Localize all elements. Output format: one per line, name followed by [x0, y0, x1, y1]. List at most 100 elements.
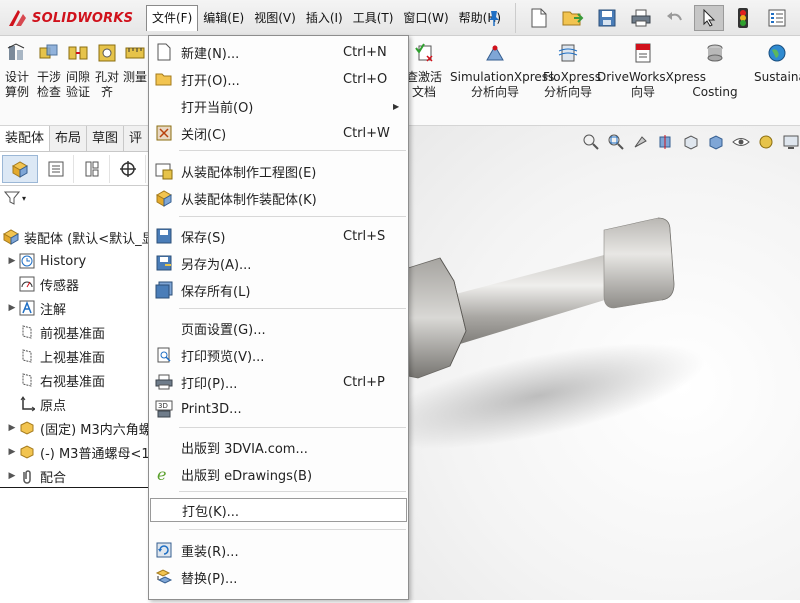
menu-print3d[interactable]: 3D Print3D...: [149, 397, 408, 421]
previous-view-button[interactable]: [630, 131, 652, 153]
tab-layout[interactable]: 布局: [50, 126, 88, 151]
sustainability-globe-icon: [768, 44, 786, 62]
sustainability-button[interactable]: Sustaina: [754, 42, 800, 85]
menu-save-all[interactable]: 保存所有(L): [149, 278, 408, 302]
menu-reload[interactable]: 重装(R)...: [149, 538, 408, 562]
menu-new[interactable]: 新建(N)... Ctrl+N: [149, 40, 408, 64]
tree-root-assembly[interactable]: 装配体 (默认<默认_显: [2, 226, 155, 248]
quick-access-toolbar: [515, 3, 796, 33]
history-clock-icon: [18, 252, 36, 270]
view-settings-button[interactable]: [780, 131, 800, 153]
select-button[interactable]: [694, 5, 724, 31]
open-button[interactable]: [558, 5, 588, 31]
menu-save[interactable]: 保存(S) Ctrl+S: [149, 224, 408, 248]
edit-appearance-button[interactable]: [755, 131, 777, 153]
hide-show-items-button[interactable]: [730, 131, 752, 153]
rebuild-button[interactable]: [728, 5, 758, 31]
design-study-button[interactable]: 设计 算例: [4, 42, 30, 100]
configurationmanager-tab[interactable]: [74, 154, 110, 183]
hole-alignment-button[interactable]: 孔对 齐: [94, 42, 120, 100]
tree-item-front-plane[interactable]: 前视基准面: [18, 321, 105, 343]
expand-arrow-icon[interactable]: ▶: [6, 423, 18, 433]
menu-print-preview[interactable]: 打印预览(V)...: [149, 343, 408, 367]
measure-icon: [125, 47, 145, 59]
interference-check-label-1: 干涉: [36, 70, 61, 84]
check-active-document-button[interactable]: 查激活 文档: [404, 42, 444, 100]
menu-open[interactable]: 打开(O)... Ctrl+O: [149, 67, 408, 91]
feature-manager-tabs: [0, 152, 148, 186]
print-button[interactable]: [626, 5, 656, 31]
menu-edit[interactable]: 编辑(E): [198, 5, 249, 31]
propertymanager-tab[interactable]: [38, 154, 74, 183]
measure-button[interactable]: 测量: [122, 42, 148, 85]
menu-publish-edrawings[interactable]: e 出版到 eDrawings(B): [149, 462, 408, 486]
menu-make-drawing[interactable]: 从装配体制作工程图(E): [149, 159, 408, 183]
featuremanager-tab[interactable]: [2, 154, 38, 183]
menu-file[interactable]: 文件(F): [146, 5, 199, 31]
svg-text:e: e: [157, 465, 166, 483]
eye-icon: [732, 138, 750, 146]
menu-tools[interactable]: 工具(T): [348, 5, 399, 31]
solidworks-logo[interactable]: SOLIDWORKS: [6, 4, 134, 32]
driveworksxpress-label-1: DriveWorksXpress: [597, 70, 707, 84]
simulationxpress-button[interactable]: SimulationXpress 分析向导: [450, 42, 554, 100]
tree-item-sensors[interactable]: 传感器: [18, 273, 79, 295]
zoom-to-area-button[interactable]: [605, 131, 627, 153]
menu-open-current[interactable]: 打开当前(O) ▶: [149, 94, 408, 118]
tree-item-history[interactable]: ▶ History: [6, 250, 86, 272]
expand-arrow-icon[interactable]: ▶: [6, 471, 18, 481]
floxpress-label-2: 分析向导: [543, 85, 592, 99]
tree-item-label: 注解: [40, 302, 67, 318]
menu-page-setup[interactable]: 页面设置(G)...: [149, 316, 408, 340]
section-view-button[interactable]: [655, 131, 677, 153]
driveworksxpress-button[interactable]: DriveWorksXpress 向导: [597, 42, 707, 100]
menu-replace[interactable]: 替换(P)...: [149, 565, 408, 589]
tree-filter[interactable]: ▾: [0, 186, 148, 210]
menu-close[interactable]: 关闭(C) Ctrl+W: [149, 121, 408, 145]
zoom-to-fit-button[interactable]: [580, 131, 602, 153]
dimxpert-tab[interactable]: [110, 154, 146, 183]
menu-save-as[interactable]: 另存为(A)...: [149, 251, 408, 275]
menu-close-shortcut: Ctrl+W: [343, 125, 390, 141]
options-button[interactable]: [762, 5, 792, 31]
tree-item-mates[interactable]: ▶ 配合: [6, 465, 66, 487]
undo-button[interactable]: [660, 5, 690, 31]
menu-print[interactable]: 打印(P)... Ctrl+P: [149, 370, 408, 394]
tab-sketch[interactable]: 草图: [87, 126, 125, 151]
menu-view[interactable]: 视图(V): [249, 5, 301, 31]
plane-icon: [18, 323, 36, 341]
menu-insert[interactable]: 插入(I): [301, 5, 348, 31]
pin-icon[interactable]: [486, 9, 502, 27]
menu-make-assembly[interactable]: 从装配体制作装配体(K): [149, 186, 408, 210]
menu-new-shortcut: Ctrl+N: [343, 44, 387, 60]
expand-arrow-icon[interactable]: ▶: [6, 303, 18, 313]
plane-icon: [18, 371, 36, 389]
save-button[interactable]: [592, 5, 622, 31]
menu-window[interactable]: 窗口(W): [398, 5, 453, 31]
floxpress-button[interactable]: FloXpress 分析向导: [543, 42, 601, 100]
tree-item-origin[interactable]: 原点: [18, 393, 66, 415]
plane-icon: [18, 347, 36, 365]
tab-assembly[interactable]: 装配体: [0, 126, 51, 151]
tree-item-m3-socket-screw[interactable]: ▶ (固定) M3内六角螺: [6, 417, 152, 439]
interference-check-button[interactable]: 干涉 检查: [36, 42, 62, 100]
tree-item-right-plane[interactable]: 右视基准面: [18, 369, 105, 391]
view-orientation-button[interactable]: [680, 131, 702, 153]
expand-arrow-icon[interactable]: ▶: [6, 447, 18, 457]
display-style-button[interactable]: [705, 131, 727, 153]
costing-button[interactable]: Costing: [692, 42, 738, 100]
menu-save-shortcut: Ctrl+S: [343, 228, 386, 244]
expand-arrow-icon[interactable]: ▶: [6, 256, 18, 266]
clearance-verification-button[interactable]: 间隙 验证: [65, 42, 91, 100]
tree-item-annotations[interactable]: ▶ 注解: [6, 297, 66, 319]
tab-evaluate[interactable]: 评: [124, 126, 147, 151]
zoom-area-icon: [608, 134, 624, 150]
tree-item-top-plane[interactable]: 上视基准面: [18, 345, 105, 367]
floxpress-label-1: FloXpress: [543, 70, 601, 84]
new-document-button[interactable]: [524, 5, 554, 31]
graphics-area[interactable]: [371, 126, 800, 600]
menu-pack-and-go[interactable]: 打包(K)...: [150, 498, 407, 522]
save-disk-icon: [598, 9, 616, 27]
tree-item-m3-nut[interactable]: ▶ (-) M3普通螺母<1: [6, 441, 150, 463]
menu-publish-3dvia[interactable]: 出版到 3DVIA.com...: [149, 435, 408, 459]
